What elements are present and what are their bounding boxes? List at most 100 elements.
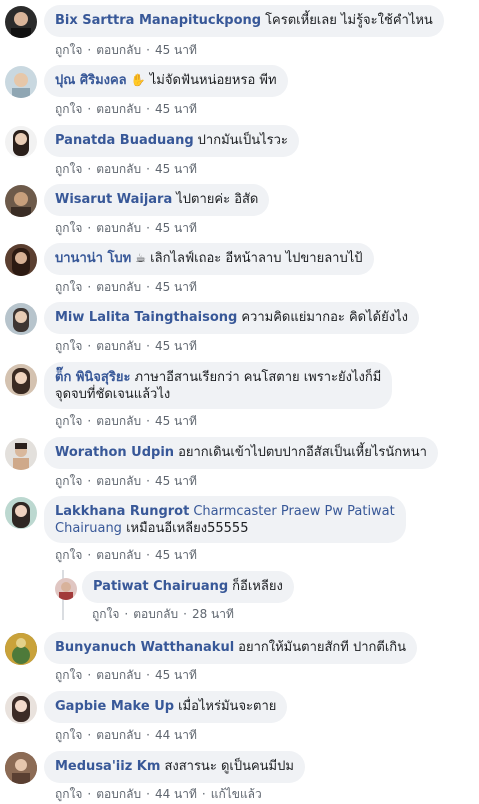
reply-link[interactable]: ตอบกลับ <box>133 607 178 621</box>
comment-text: เมื่อไหร่มันจะตาย <box>178 699 277 714</box>
reply-link[interactable]: ตอบกลับ <box>96 221 141 235</box>
comment-text: ไปตายค่ะ อิสัด <box>176 192 259 207</box>
comment-text: ก็อีเหลียง <box>232 579 283 594</box>
comment-time[interactable]: 45 นาที <box>155 102 197 116</box>
like-link[interactable]: ถูกใจ <box>55 280 82 294</box>
like-link[interactable]: ถูกใจ <box>92 607 119 621</box>
like-link[interactable]: ถูกใจ <box>55 162 82 176</box>
avatar[interactable] <box>5 66 37 98</box>
comment-author[interactable]: Worathon Udpin <box>55 445 174 460</box>
comment-time[interactable]: 44 นาที <box>155 728 197 742</box>
comment-actions: ถูกใจ · ตอบกลับ · 45 นาที <box>55 280 197 294</box>
reply-link[interactable]: ตอบกลับ <box>96 339 141 353</box>
reply-link[interactable]: ตอบกลับ <box>96 787 141 801</box>
coffee-icon: ☕ <box>135 251 147 265</box>
comment-actions: ถูกใจ · ตอบกลับ · 45 นาที <box>55 339 197 353</box>
comment-actions: ถูกใจ · ตอบกลับ · 45 นาที <box>55 43 197 57</box>
comment-actions: ถูกใจ · ตอบกลับ · 45 นาที <box>55 102 197 116</box>
reply-link[interactable]: ตอบกลับ <box>96 548 141 562</box>
comment-author[interactable]: ปุณ ศิริมงคล <box>55 73 127 88</box>
comment-text: ภาษาอีสานเรียกว่า คนโสตาย เพราะยังไงก็มี <box>134 370 382 385</box>
comment-author[interactable]: บานาน่า โบท <box>55 251 131 266</box>
comment-time[interactable]: 45 นาที <box>155 414 197 428</box>
avatar[interactable] <box>5 497 37 529</box>
comment-text: โครตเหี้ยเลย ไม่รู้จะใช้คำไหน <box>265 13 433 28</box>
hand-icon: ✋ <box>130 73 146 87</box>
like-link[interactable]: ถูกใจ <box>55 548 82 562</box>
avatar[interactable] <box>5 6 37 38</box>
comment-author[interactable]: Bunyanuch Watthanakul <box>55 640 234 655</box>
reply-link[interactable]: ตอบกลับ <box>96 728 141 742</box>
comment-author[interactable]: Lakkhana Rungrot <box>55 504 189 519</box>
like-link[interactable]: ถูกใจ <box>55 43 82 57</box>
avatar[interactable] <box>5 244 37 276</box>
comment-time[interactable]: 45 นาที <box>155 668 197 682</box>
comment-time[interactable]: 45 นาที <box>155 474 197 488</box>
like-link[interactable]: ถูกใจ <box>55 414 82 428</box>
like-link[interactable]: ถูกใจ <box>55 728 82 742</box>
comment-author[interactable]: Gapbie Make Up <box>55 699 174 714</box>
avatar[interactable] <box>5 126 37 158</box>
comment-bubble: Bunyanuch Watthanakul อยากให้มันตายสักที … <box>44 632 418 664</box>
comment-author[interactable]: Bix Sarttra Manapituckpong <box>55 13 261 28</box>
comment-time[interactable]: 45 นาที <box>155 43 197 57</box>
like-link[interactable]: ถูกใจ <box>55 787 82 801</box>
reply-link[interactable]: ตอบกลับ <box>96 668 141 682</box>
comment-time[interactable]: 28 นาที <box>192 607 234 621</box>
comment-text: สงสารนะ ดูเป็นคนมีปม <box>164 759 294 774</box>
comment-bubble: ต็๊ก พินิจสุริยะ ภาษาอีสานเรียกว่า คนโสตา… <box>44 362 393 409</box>
like-link[interactable]: ถูกใจ <box>55 668 82 682</box>
avatar[interactable] <box>55 578 77 600</box>
comment-text-line-2: จุดจบที่ชัดเจนแล้วไง <box>55 387 171 402</box>
comment-author[interactable]: Wisarut Waijara <box>55 192 172 207</box>
comment-actions: ถูกใจ · ตอบกลับ · 45 นาที <box>55 474 197 488</box>
comment-time[interactable]: 45 นาที <box>155 280 197 294</box>
comment-text: เหมือนอีเหลียง55555 <box>126 521 249 536</box>
comment-author[interactable]: Miw Lalita Taingthaisong <box>55 310 237 325</box>
avatar[interactable] <box>5 364 37 396</box>
comment-actions: ถูกใจ · ตอบกลับ · 44 นาที <box>55 728 197 742</box>
reply-link[interactable]: ตอบกลับ <box>96 414 141 428</box>
comment-author[interactable]: Patiwat Chairuang <box>93 579 228 594</box>
avatar[interactable] <box>5 438 37 470</box>
comment-actions: ถูกใจ · ตอบกลับ · 45 นาที <box>55 162 197 176</box>
avatar[interactable] <box>5 185 37 217</box>
comment-time[interactable]: 45 นาที <box>155 339 197 353</box>
comment-bubble: Miw Lalita Taingthaisong ความคิดแย่มากอะ … <box>44 302 419 334</box>
reply-link[interactable]: ตอบกลับ <box>96 43 141 57</box>
like-link[interactable]: ถูกใจ <box>55 221 82 235</box>
like-link[interactable]: ถูกใจ <box>55 102 82 116</box>
comment-time[interactable]: 44 นาที <box>155 787 197 801</box>
reply-link[interactable]: ตอบกลับ <box>96 162 141 176</box>
avatar[interactable] <box>5 692 37 724</box>
reply-link[interactable]: ตอบกลับ <box>96 474 141 488</box>
mention-link-line-2[interactable]: Chairuang <box>55 521 122 536</box>
comment-bubble: ปุณ ศิริมงคล ✋ ไม่จัดฟันหน่อยหรอ พีท <box>44 65 288 97</box>
comment-text: อยากให้มันตายสักที ปากตีเกิน <box>238 640 407 655</box>
comment-author[interactable]: Medusa'iiz Km <box>55 759 160 774</box>
comment-actions: ถูกใจ · ตอบกลับ · 45 นาที <box>55 668 197 682</box>
avatar[interactable] <box>5 633 37 665</box>
like-link[interactable]: ถูกใจ <box>55 339 82 353</box>
comment-actions: ถูกใจ · ตอบกลับ · 45 นาที <box>55 548 197 562</box>
comment-text: ไม่จัดฟันหน่อยหรอ พีท <box>149 73 277 88</box>
comment-bubble: Worathon Udpin อยากเดินเข้าไปตบปากอีสัสเป… <box>44 437 438 469</box>
comment-bubble: Wisarut Waijara ไปตายค่ะ อิสัด <box>44 184 270 216</box>
mention-link[interactable]: Charmcaster Praew Pw Patiwat <box>193 504 394 519</box>
comment-text: เลิกไลฟ์เถอะ อีหน้าลาบ ไปขายลาบไป้ <box>150 251 363 266</box>
comment-time[interactable]: 45 นาที <box>155 548 197 562</box>
like-link[interactable]: ถูกใจ <box>55 474 82 488</box>
comment-time[interactable]: 45 นาที <box>155 162 197 176</box>
comment-time[interactable]: 45 นาที <box>155 221 197 235</box>
avatar[interactable] <box>5 303 37 335</box>
avatar[interactable] <box>5 752 37 784</box>
reply-link[interactable]: ตอบกลับ <box>96 102 141 116</box>
edited-link[interactable]: แก้ไขแล้ว <box>211 787 262 801</box>
comment-text: ปากมันเป็นไรวะ <box>197 133 288 148</box>
comment-bubble: Bix Sarttra Manapituckpong โครตเหี้ยเลย ไ… <box>44 5 444 37</box>
comment-actions: ถูกใจ · ตอบกลับ · 45 นาที <box>55 414 197 428</box>
reply-link[interactable]: ตอบกลับ <box>96 280 141 294</box>
comment-bubble: Medusa'iiz Km สงสารนะ ดูเป็นคนมีปม <box>44 751 305 783</box>
comment-author[interactable]: ต็๊ก พินิจสุริยะ <box>55 370 130 385</box>
comment-author[interactable]: Panatda Buaduang <box>55 133 194 148</box>
